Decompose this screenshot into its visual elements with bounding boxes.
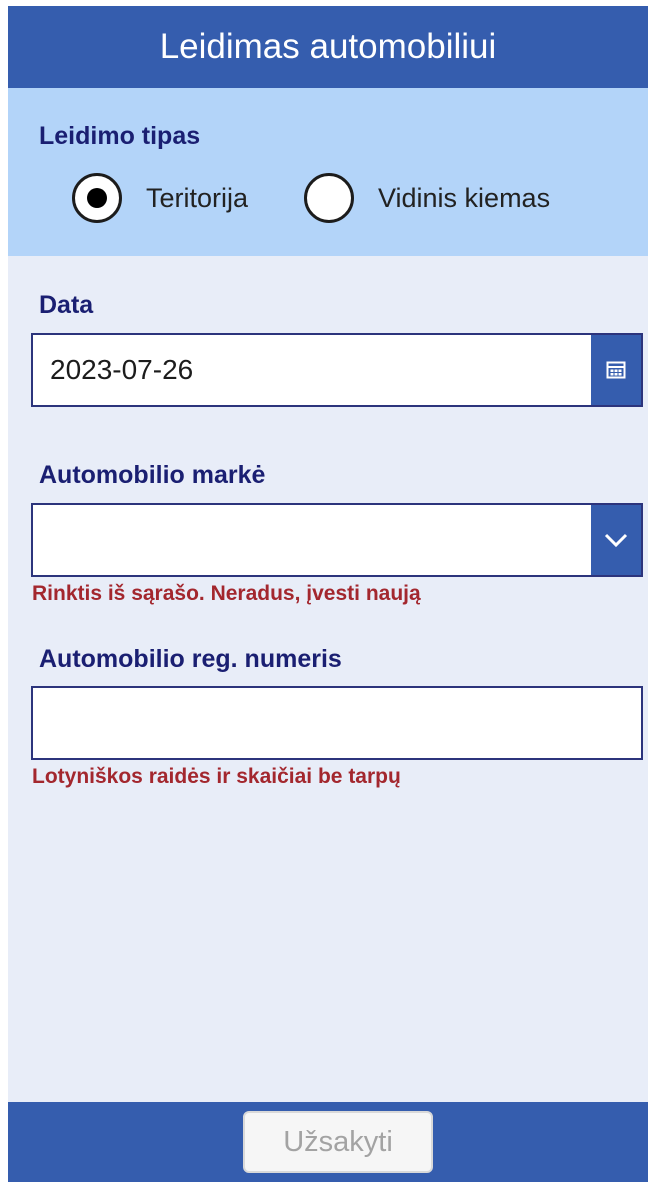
chevron-down-icon xyxy=(604,533,628,548)
page-title: Leidimas automobiliui xyxy=(159,27,497,66)
calendar-button[interactable] xyxy=(591,335,641,405)
permit-type-panel: Leidimo tipas Teritorija Vidinis kiemas xyxy=(8,88,648,256)
reg-number-label: Automobilio reg. numeris xyxy=(39,645,342,673)
date-label: Data xyxy=(39,291,94,319)
radio-selected-dot xyxy=(87,188,107,208)
footer-bar: Užsakyti xyxy=(8,1102,648,1182)
reg-number-input[interactable] xyxy=(31,686,643,760)
radio-button-unselected[interactable] xyxy=(304,173,354,223)
car-make-combobox[interactable] xyxy=(31,503,643,577)
car-make-hint: Rinktis iš sąrašo. Neradus, įvesti naują xyxy=(32,582,421,605)
date-value[interactable]: 2023-07-26 xyxy=(50,335,193,405)
dropdown-button[interactable] xyxy=(591,505,641,575)
radio-option-vidinis-kiemas[interactable]: Vidinis kiemas xyxy=(304,170,550,226)
radio-label-vidinis-kiemas: Vidinis kiemas xyxy=(378,182,551,213)
date-picker-field[interactable]: 2023-07-26 xyxy=(31,333,643,407)
permit-type-label: Leidimo tipas xyxy=(39,122,201,150)
radio-button-selected[interactable] xyxy=(72,173,122,223)
submit-button[interactable]: Užsakyti xyxy=(243,1111,433,1173)
header-bar: Leidimas automobiliui xyxy=(8,6,648,88)
calendar-icon xyxy=(606,361,626,379)
permit-form-screen: Leidimas automobiliui Leidimo tipas Teri… xyxy=(8,6,648,1182)
radio-option-teritorija[interactable]: Teritorija xyxy=(72,170,248,226)
car-make-label: Automobilio markė xyxy=(39,461,266,489)
reg-number-hint: Lotyniškos raidės ir skaičiai be tarpų xyxy=(32,765,401,788)
radio-label-teritorija: Teritorija xyxy=(146,182,249,213)
